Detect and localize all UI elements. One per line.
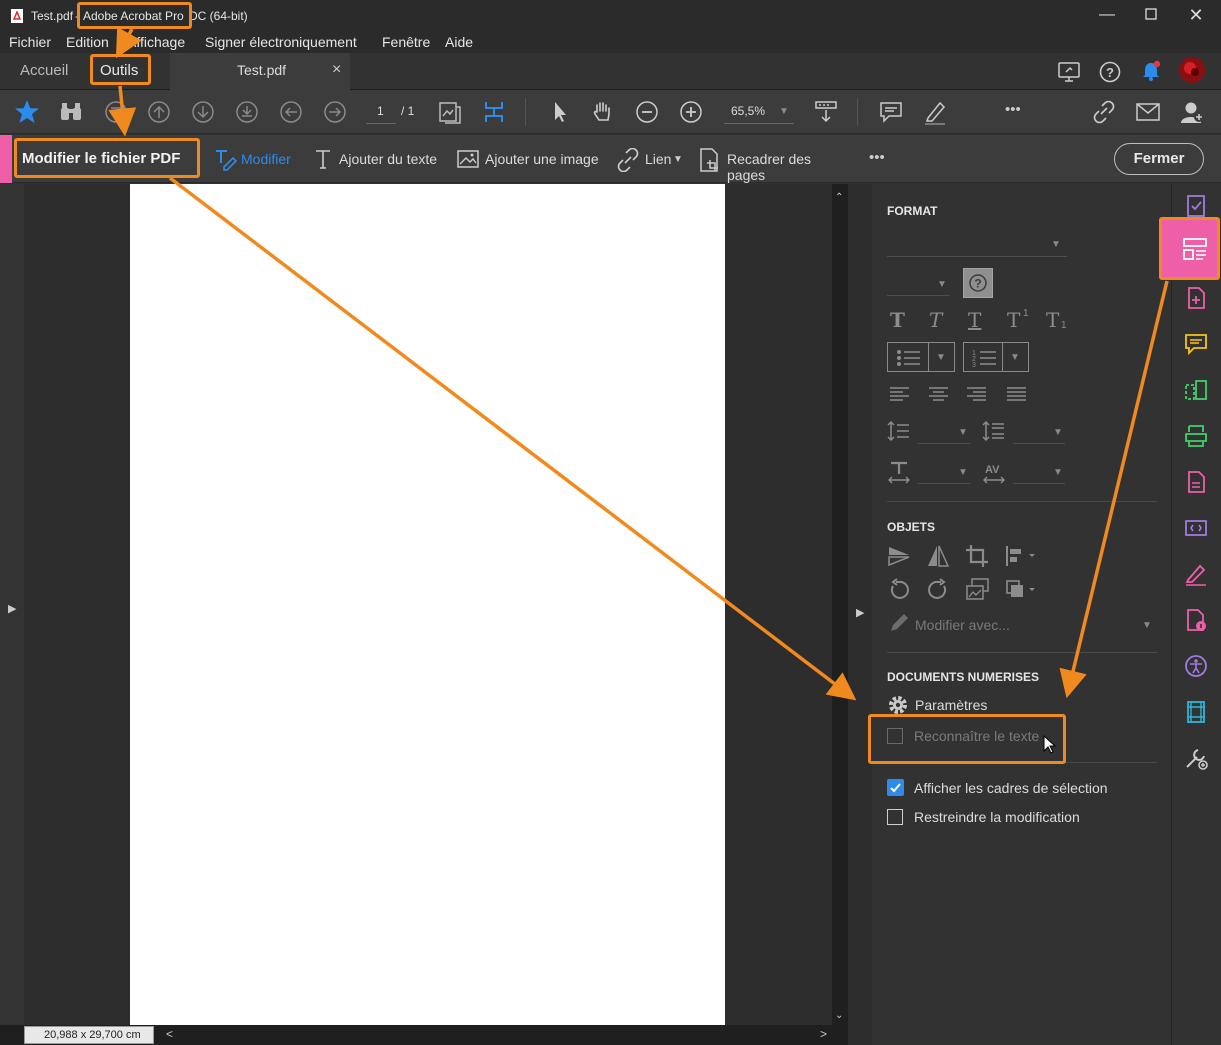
mouse-cursor-icon (1043, 735, 1057, 754)
arrow-app-to-outils (115, 26, 142, 59)
arrow-rail-to-recognize (1059, 280, 1169, 699)
annotation-arrows (108, 26, 1169, 701)
arrow-outils-to-edit (108, 85, 137, 137)
arrow-edit-to-recognize (168, 176, 857, 701)
